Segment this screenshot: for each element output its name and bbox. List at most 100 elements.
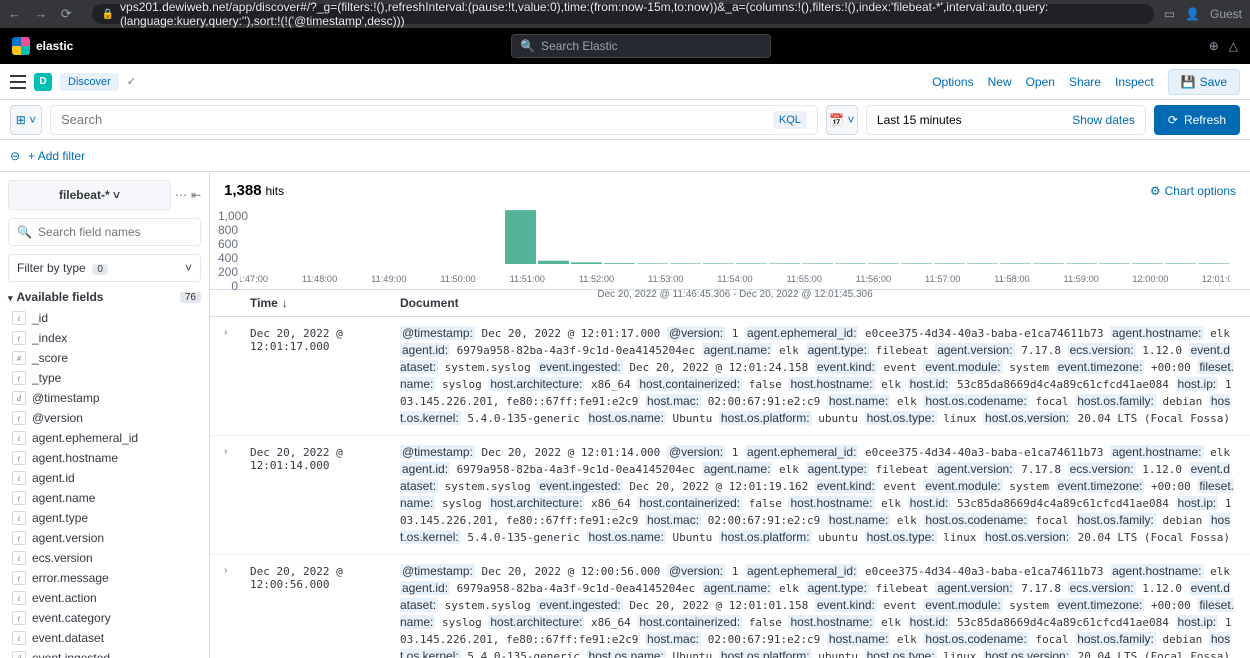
field-item[interactable]: tagent.version bbox=[8, 528, 201, 548]
svg-text:11:47:00: 11:47:00 bbox=[240, 274, 268, 284]
refresh-label: Refresh bbox=[1184, 113, 1226, 127]
filter-options-button[interactable]: ⊞ ˅ bbox=[10, 105, 42, 135]
field-type-icon: t bbox=[12, 451, 26, 465]
row-document: @timestamp: Dec 20, 2022 @ 12:01:17.000 … bbox=[400, 325, 1236, 427]
doc-field-key: event.ingested: bbox=[537, 479, 622, 493]
available-fields-label: Available fields bbox=[17, 290, 104, 304]
field-item[interactable]: tagent.name bbox=[8, 488, 201, 508]
field-item[interactable]: t event.action bbox=[8, 588, 201, 608]
doc-field-key: agent.version: bbox=[935, 581, 1014, 595]
index-pattern-selector[interactable]: filebeat-* ˅ bbox=[8, 180, 171, 210]
doc-field-key: host.ip: bbox=[1176, 377, 1219, 391]
available-fields-count: 76 bbox=[180, 292, 201, 303]
add-filter-link[interactable]: + Add filter bbox=[28, 149, 85, 163]
query-bar: ⊞ ˅ KQL 📅 ˅ Last 15 minutes Show dates ⟳… bbox=[0, 100, 1250, 140]
field-search-input[interactable] bbox=[38, 225, 193, 239]
field-sort-icon[interactable]: ⋯ bbox=[175, 188, 187, 202]
chart-options-link[interactable]: ⚙ Chart options bbox=[1150, 184, 1236, 198]
discover-content: 1,388 hits ⚙ Chart options 1,00080060040… bbox=[210, 172, 1250, 658]
field-item[interactable]: terror.message bbox=[8, 568, 201, 588]
field-item[interactable]: t_type bbox=[8, 368, 201, 388]
reload-icon[interactable]: ⟳ bbox=[61, 6, 72, 21]
svg-text:11:49:00: 11:49:00 bbox=[371, 274, 406, 284]
doc-field-key: host.id: bbox=[908, 496, 951, 510]
field-type-icon: t bbox=[12, 431, 26, 445]
save-button[interactable]: 💾 Save bbox=[1168, 69, 1240, 95]
show-dates-link[interactable]: Show dates bbox=[1072, 113, 1135, 127]
field-sidebar-collapse-icon[interactable]: ⇤ bbox=[191, 188, 201, 202]
field-item[interactable]: tevent.category bbox=[8, 608, 201, 628]
toolbar-inspect[interactable]: Inspect bbox=[1115, 75, 1154, 89]
svg-text:11:58:00: 11:58:00 bbox=[994, 274, 1029, 284]
toolbar-options[interactable]: Options bbox=[932, 75, 973, 89]
elastic-logo-icon bbox=[12, 37, 30, 55]
field-item[interactable]: t_index bbox=[8, 328, 201, 348]
expand-row-icon[interactable]: › bbox=[224, 444, 250, 546]
field-item[interactable]: t@version bbox=[8, 408, 201, 428]
doc-field-key: host.containerized: bbox=[637, 496, 742, 510]
field-type-icon: t bbox=[12, 471, 26, 485]
doc-field-key: host.os.codename: bbox=[923, 632, 1028, 646]
help-icon[interactable]: ⊕ bbox=[1209, 39, 1219, 53]
field-name: agent.name bbox=[32, 491, 95, 505]
toolbar-open[interactable]: Open bbox=[1026, 75, 1055, 89]
svg-text:12:01:00: 12:01:00 bbox=[1202, 274, 1230, 284]
field-item[interactable]: tagent.type bbox=[8, 508, 201, 528]
field-item[interactable]: d@timestamp bbox=[8, 388, 201, 408]
field-type-icon: t bbox=[12, 591, 26, 605]
field-item[interactable]: #_score bbox=[8, 348, 201, 368]
global-search[interactable]: 🔍 Search Elastic bbox=[511, 34, 771, 58]
doc-field-key: @version: bbox=[667, 564, 725, 578]
field-type-icon: t bbox=[12, 331, 26, 345]
browser-chrome: ← → ⟳ 🔒 vps201.dewiweb.net/app/discover#… bbox=[0, 0, 1250, 28]
histogram-chart[interactable]: 1,0008006004002000 11:47:0011:48:0011:49… bbox=[210, 209, 1250, 289]
extension-icon[interactable]: ▭ bbox=[1164, 7, 1175, 21]
table-row[interactable]: ›Dec 20, 2022 @ 12:01:14.000@timestamp: … bbox=[210, 436, 1250, 555]
newsfeed-icon[interactable]: △ bbox=[1229, 39, 1238, 53]
date-quick-button[interactable]: 📅 ˅ bbox=[826, 105, 858, 135]
space-badge[interactable]: D bbox=[34, 73, 52, 91]
query-input[interactable]: KQL bbox=[50, 105, 818, 135]
filter-menu-icon[interactable]: ⊖ bbox=[10, 149, 20, 163]
field-type-icon: t bbox=[12, 371, 26, 385]
field-type-icon: t bbox=[12, 411, 26, 425]
field-item[interactable]: tagent.ephemeral_id bbox=[8, 428, 201, 448]
filter-by-type[interactable]: Filter by type 0 ˅ bbox=[8, 254, 201, 282]
field-name: event.action bbox=[32, 591, 97, 605]
nav-toggle-icon[interactable] bbox=[10, 75, 26, 89]
field-item[interactable]: t_id bbox=[8, 308, 201, 328]
field-name: @timestamp bbox=[32, 391, 100, 405]
expand-row-icon[interactable]: › bbox=[224, 563, 250, 658]
search-icon: 🔍 bbox=[520, 39, 535, 53]
refresh-button[interactable]: ⟳ Refresh bbox=[1154, 105, 1240, 135]
field-item[interactable]: tagent.hostname bbox=[8, 448, 201, 468]
field-search[interactable]: 🔍 bbox=[8, 218, 201, 246]
elastic-logo[interactable]: elastic bbox=[12, 37, 73, 55]
table-row[interactable]: ›Dec 20, 2022 @ 12:01:17.000@timestamp: … bbox=[210, 317, 1250, 436]
breadcrumb-discover[interactable]: Discover bbox=[60, 73, 119, 91]
field-type-icon: d bbox=[12, 651, 26, 658]
query-input-field[interactable] bbox=[61, 112, 773, 127]
field-item[interactable]: tecs.version bbox=[8, 548, 201, 568]
date-range-selector[interactable]: Last 15 minutes Show dates bbox=[866, 105, 1146, 135]
toolbar-new[interactable]: New bbox=[988, 75, 1012, 89]
url-bar[interactable]: 🔒 vps201.dewiweb.net/app/discover#/?_g=(… bbox=[92, 4, 1154, 24]
document-rows[interactable]: ›Dec 20, 2022 @ 12:01:17.000@timestamp: … bbox=[210, 317, 1250, 658]
kql-badge[interactable]: KQL bbox=[773, 111, 807, 129]
toolbar-share[interactable]: Share bbox=[1069, 75, 1101, 89]
profile-icon[interactable]: 👤 bbox=[1185, 7, 1200, 21]
doc-field-key: agent.id: bbox=[400, 462, 450, 476]
expand-row-icon[interactable]: › bbox=[224, 325, 250, 427]
field-name: ecs.version bbox=[32, 551, 93, 565]
table-row[interactable]: ›Dec 20, 2022 @ 12:00:56.000@timestamp: … bbox=[210, 555, 1250, 658]
doc-field-key: host.os.codename: bbox=[923, 394, 1028, 408]
field-item[interactable]: tagent.id bbox=[8, 468, 201, 488]
field-list[interactable]: t_idt_index#_scoret_typed@timestampt@ver… bbox=[0, 308, 209, 658]
doc-field-key: host.os.platform: bbox=[719, 649, 812, 658]
available-fields-header[interactable]: ▾Available fields 76 bbox=[8, 290, 201, 304]
field-item[interactable]: devent.ingested bbox=[8, 648, 201, 658]
forward-icon[interactable]: → bbox=[34, 6, 47, 21]
doc-field-key: ecs.version: bbox=[1068, 343, 1136, 357]
field-item[interactable]: tevent.dataset bbox=[8, 628, 201, 648]
back-icon[interactable]: ← bbox=[8, 6, 21, 21]
